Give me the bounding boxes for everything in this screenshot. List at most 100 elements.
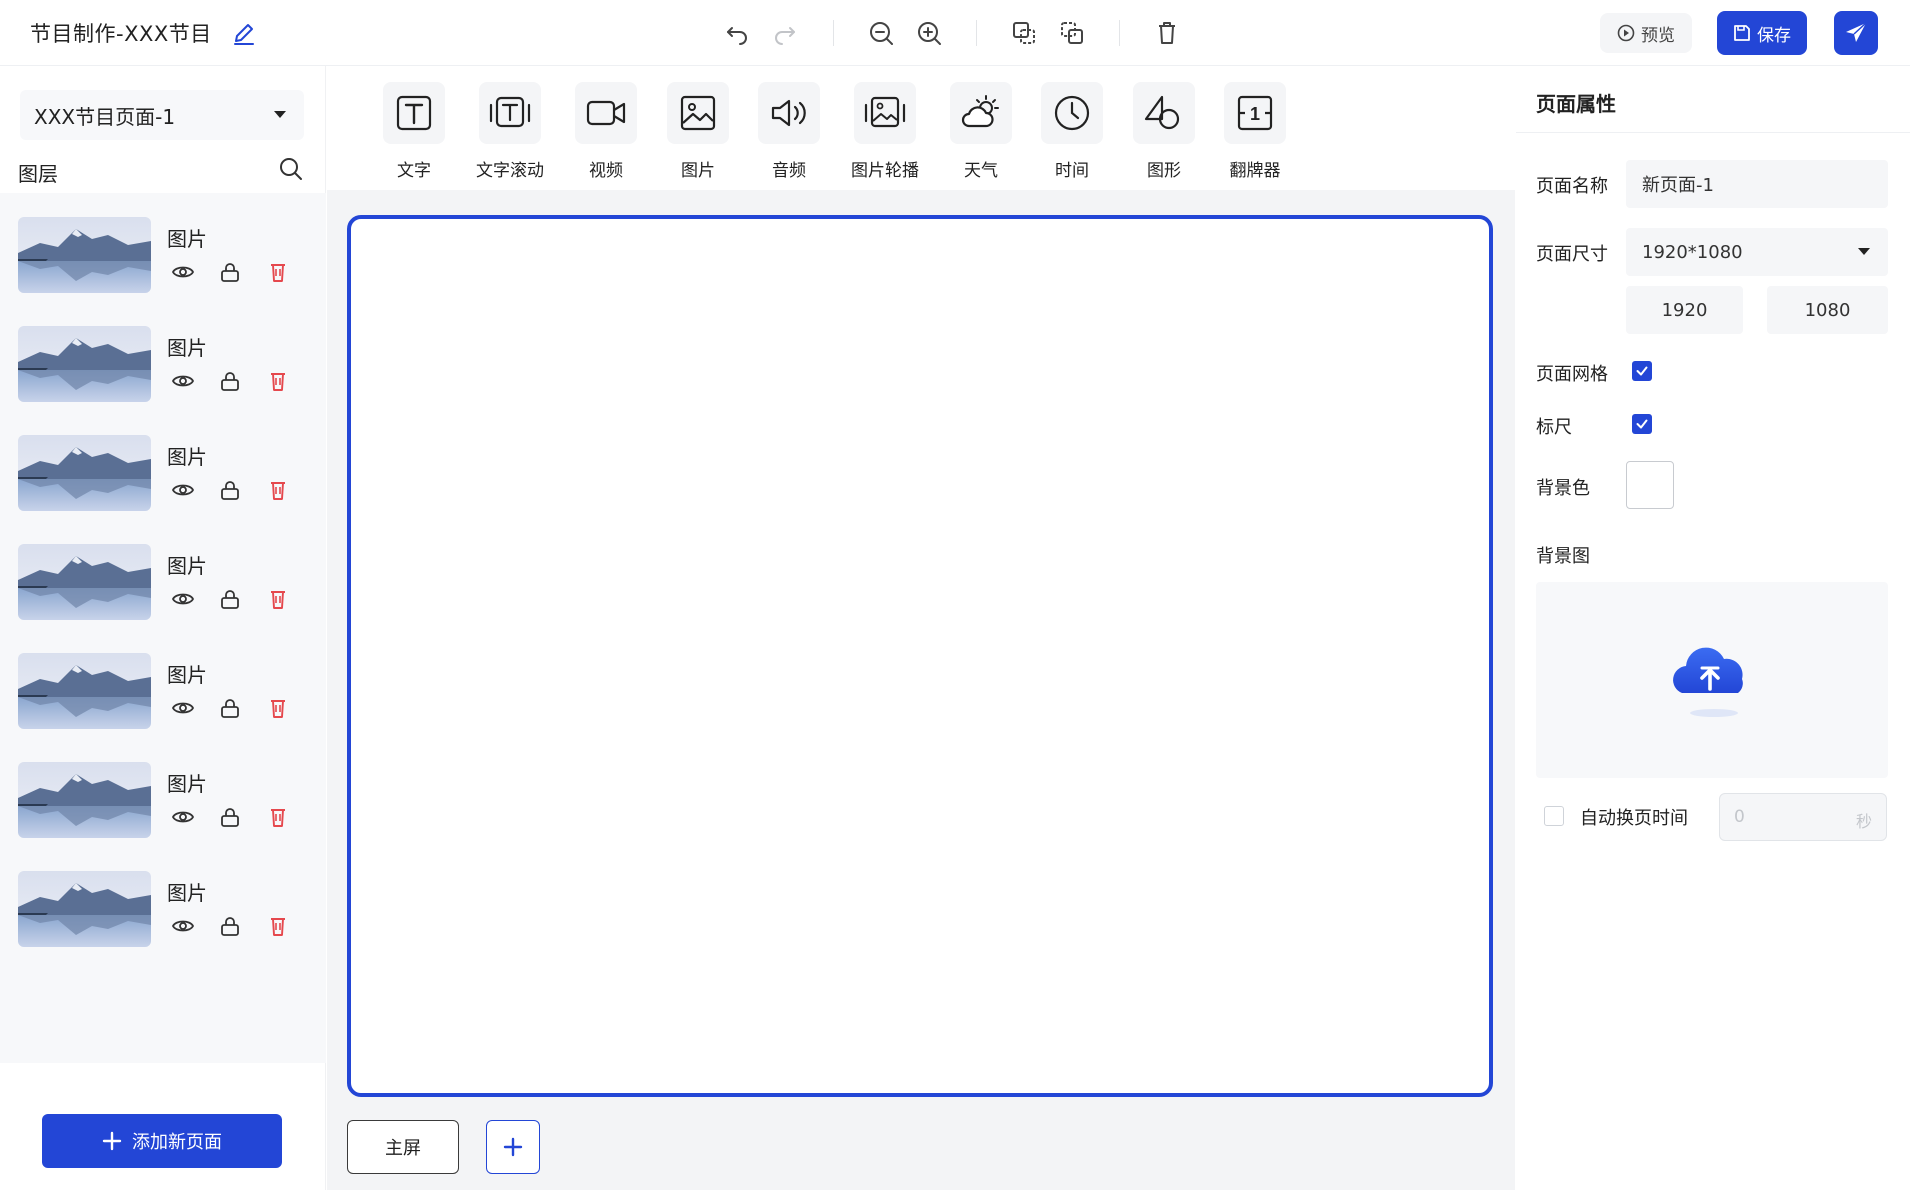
layer-name: 图片 xyxy=(167,772,207,796)
tool-flip-counter[interactable]: 1 翻牌器 xyxy=(1205,82,1305,182)
eye-icon[interactable] xyxy=(170,695,196,721)
delete-icon[interactable] xyxy=(265,368,291,394)
layer-thumbnail[interactable] xyxy=(18,217,151,293)
tool-clock[interactable]: 时间 xyxy=(1022,82,1122,182)
add-page-button[interactable]: 添加新页面 xyxy=(42,1114,282,1168)
eye-icon[interactable] xyxy=(170,913,196,939)
layer-item[interactable]: 图片 xyxy=(0,847,326,955)
zoom-in-icon[interactable] xyxy=(914,18,944,48)
lock-icon[interactable] xyxy=(217,804,243,830)
program-title: 节目制作-XXX节目 xyxy=(30,22,212,46)
layer-list: 图片 图片 图片 图片 图片 图片 图片 xyxy=(0,193,326,1063)
plus-icon xyxy=(102,1131,122,1151)
page-select[interactable]: XXX节目页面-1 xyxy=(20,90,304,140)
design-canvas[interactable] xyxy=(347,215,1493,1097)
layer-thumbnail[interactable] xyxy=(18,871,151,947)
width-input[interactable]: 1920 xyxy=(1626,286,1743,334)
edit-icon[interactable] xyxy=(230,19,258,47)
screen-tab-main[interactable]: 主屏 xyxy=(347,1120,459,1174)
ruler-label: 标尺 xyxy=(1536,417,1572,438)
redo-icon[interactable] xyxy=(770,18,800,48)
delete-icon[interactable] xyxy=(265,695,291,721)
auto-switch-unit: 秒 xyxy=(1855,812,1872,831)
trash-icon[interactable] xyxy=(1152,18,1182,48)
eye-icon[interactable] xyxy=(170,804,196,830)
cloud-upload-icon xyxy=(1673,647,1743,717)
add-screen-button[interactable] xyxy=(486,1120,540,1174)
page-select-value: XXX节目页面-1 xyxy=(34,104,176,129)
editor-area: 文字 文字滚动 视频 图片 音频 图片轮播 天气 时间 图形 1 翻牌器 主屏 xyxy=(327,66,1515,1190)
layer-thumbnail[interactable] xyxy=(18,435,151,511)
layer-thumbnail[interactable] xyxy=(18,326,151,402)
lock-icon[interactable] xyxy=(217,368,243,394)
tool-weather[interactable]: 天气 xyxy=(931,82,1031,182)
layer-item[interactable]: 图片 xyxy=(0,738,326,846)
caret-down-icon xyxy=(1858,248,1870,255)
page-size-value: 1920*1080 xyxy=(1642,241,1743,263)
layer-item[interactable]: 图片 xyxy=(0,411,326,519)
layer-thumbnail[interactable] xyxy=(18,544,151,620)
bg-color-swatch[interactable] xyxy=(1626,461,1674,509)
tool-shape[interactable]: 图形 xyxy=(1114,82,1214,182)
tool-text[interactable]: 文字 xyxy=(364,82,464,182)
layer-thumbnail[interactable] xyxy=(18,762,151,838)
preview-button[interactable]: 预览 xyxy=(1600,13,1692,53)
plus-icon xyxy=(503,1137,523,1157)
delete-icon[interactable] xyxy=(265,804,291,830)
eye-icon[interactable] xyxy=(170,368,196,394)
auto-switch-interval-input[interactable]: 0 秒 xyxy=(1719,793,1887,841)
layers-title: 图层 xyxy=(18,162,58,186)
tool-label: 图片 xyxy=(681,161,715,181)
layer-item[interactable]: 图片 xyxy=(0,520,326,628)
eye-icon[interactable] xyxy=(170,477,196,503)
tool-label: 图形 xyxy=(1147,161,1181,181)
ungroup-icon[interactable] xyxy=(1057,18,1087,48)
layer-thumbnail[interactable] xyxy=(18,653,151,729)
tool-label: 视频 xyxy=(589,161,623,181)
publish-button[interactable] xyxy=(1834,11,1878,55)
layer-item[interactable]: 图片 xyxy=(0,629,326,737)
zoom-out-icon[interactable] xyxy=(866,18,896,48)
lock-icon[interactable] xyxy=(217,586,243,612)
tool-carousel[interactable]: 图片轮播 xyxy=(835,82,935,182)
tool-image[interactable]: 图片 xyxy=(648,82,748,182)
eye-icon[interactable] xyxy=(170,259,196,285)
top-bar: 节目制作-XXX节目 预览 保存 xyxy=(0,0,1910,66)
delete-icon[interactable] xyxy=(265,259,291,285)
caret-down-icon xyxy=(274,111,286,118)
lock-icon[interactable] xyxy=(217,913,243,939)
text-scroll-icon xyxy=(479,82,541,144)
undo-icon[interactable] xyxy=(722,18,752,48)
grid-label: 页面网格 xyxy=(1536,364,1608,385)
tool-audio[interactable]: 音频 xyxy=(739,82,839,182)
auto-switch-value: 0 xyxy=(1734,807,1745,827)
ruler-checkbox[interactable] xyxy=(1632,414,1652,434)
shape-icon xyxy=(1133,82,1195,144)
auto-switch-checkbox[interactable] xyxy=(1544,806,1564,826)
save-button[interactable]: 保存 xyxy=(1717,11,1807,55)
delete-icon[interactable] xyxy=(265,586,291,612)
tool-label: 图片轮播 xyxy=(851,161,919,181)
group-icon[interactable] xyxy=(1009,18,1039,48)
page-name-input[interactable]: 新页面-1 xyxy=(1626,160,1888,208)
tool-video[interactable]: 视频 xyxy=(556,82,656,182)
lock-icon[interactable] xyxy=(217,477,243,503)
search-icon[interactable] xyxy=(278,156,306,184)
bg-image-upload[interactable] xyxy=(1536,582,1888,778)
lock-icon[interactable] xyxy=(217,259,243,285)
delete-icon[interactable] xyxy=(265,913,291,939)
layer-item[interactable]: 图片 xyxy=(0,302,326,410)
image-icon xyxy=(667,82,729,144)
eye-icon[interactable] xyxy=(170,586,196,612)
height-input[interactable]: 1080 xyxy=(1767,286,1888,334)
grid-checkbox[interactable] xyxy=(1632,361,1652,381)
delete-icon[interactable] xyxy=(265,477,291,503)
tool-text-scroll[interactable]: 文字滚动 xyxy=(460,82,560,182)
text-icon xyxy=(383,82,445,144)
preview-icon xyxy=(1617,24,1635,42)
audio-icon xyxy=(758,82,820,144)
lock-icon[interactable] xyxy=(217,695,243,721)
width-value: 1920 xyxy=(1661,299,1708,321)
page-size-select[interactable]: 1920*1080 xyxy=(1626,228,1888,276)
layer-item[interactable]: 图片 xyxy=(0,193,326,301)
